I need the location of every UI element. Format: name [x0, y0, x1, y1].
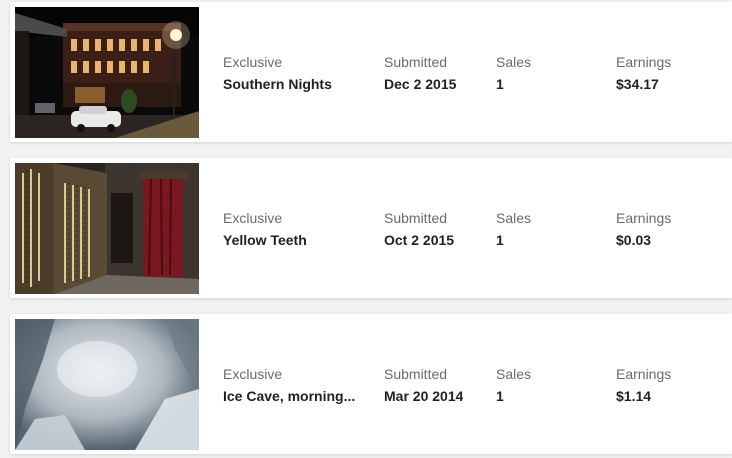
status-column: Exclusive Yellow Teeth: [223, 208, 361, 250]
ice-cave-photo: [15, 319, 199, 450]
submitted-date: Mar 20 2014: [384, 388, 464, 404]
sales-label: Sales: [496, 366, 532, 382]
submission-thumbnail[interactable]: [15, 7, 199, 138]
submissions-list: Exclusive Southern Nights Submitted Dec …: [0, 0, 732, 458]
status-label: Exclusive: [223, 54, 283, 70]
earnings-column: Earnings $1.14: [616, 364, 671, 406]
submitted-label: Submitted: [384, 366, 448, 382]
sales-label: Sales: [496, 210, 532, 226]
submitted-label: Submitted: [384, 210, 448, 226]
sales-count: 1: [496, 388, 504, 404]
old-piano-keys-photo: [15, 163, 199, 294]
status-column: Exclusive Ice Cave, morning...: [223, 364, 361, 406]
submitted-column: Submitted Mar 20 2014: [384, 364, 463, 406]
status-label: Exclusive: [223, 366, 283, 382]
night-street-photo: [15, 7, 199, 138]
earnings-label: Earnings: [616, 210, 672, 226]
submission-thumbnail[interactable]: [15, 319, 199, 450]
submitted-date: Dec 2 2015: [384, 76, 457, 92]
submitted-column: Submitted Dec 2 2015: [384, 52, 456, 94]
sales-column: Sales 1: [496, 208, 531, 250]
earnings-label: Earnings: [616, 366, 672, 382]
earnings-label: Earnings: [616, 54, 672, 70]
submission-card[interactable]: Exclusive Yellow Teeth Submitted Oct 2 2…: [10, 158, 732, 298]
submission-card[interactable]: Exclusive Southern Nights Submitted Dec …: [10, 2, 732, 142]
sales-count: 1: [496, 232, 504, 248]
sales-column: Sales 1: [496, 52, 531, 94]
status-label: Exclusive: [223, 210, 283, 226]
submission-title[interactable]: Yellow Teeth: [223, 230, 361, 250]
earnings-amount: $0.03: [616, 232, 652, 248]
submitted-label: Submitted: [384, 54, 448, 70]
earnings-column: Earnings $0.03: [616, 208, 671, 250]
earnings-amount: $1.14: [616, 388, 652, 404]
sales-label: Sales: [496, 54, 532, 70]
sales-column: Sales 1: [496, 364, 531, 406]
earnings-column: Earnings $34.17: [616, 52, 671, 94]
submission-title[interactable]: Ice Cave, morning...: [223, 386, 361, 406]
sales-count: 1: [496, 76, 504, 92]
earnings-amount: $34.17: [616, 76, 659, 92]
submission-card[interactable]: Exclusive Ice Cave, morning... Submitted…: [10, 314, 732, 454]
status-column: Exclusive Southern Nights: [223, 52, 361, 94]
submitted-column: Submitted Oct 2 2015: [384, 208, 454, 250]
submission-title[interactable]: Southern Nights: [223, 74, 361, 94]
submission-thumbnail[interactable]: [15, 163, 199, 294]
submitted-date: Oct 2 2015: [384, 232, 455, 248]
